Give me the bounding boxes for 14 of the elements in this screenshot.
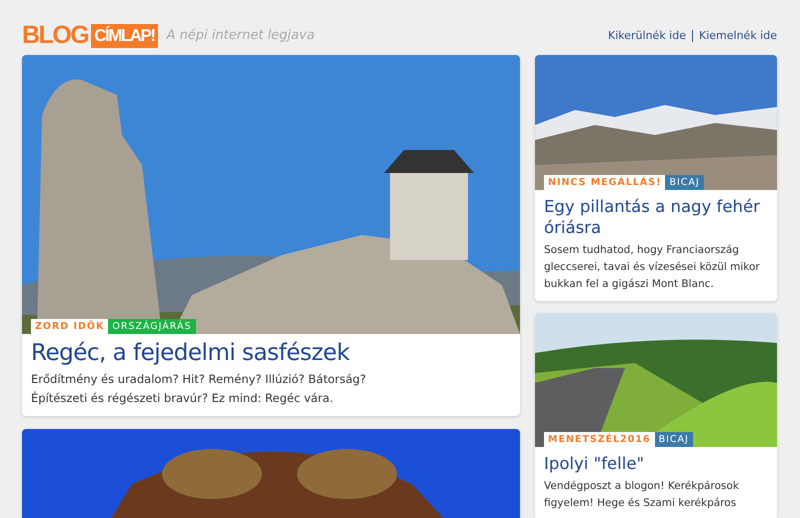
article-card[interactable]: ZORD IDŐK ORSZÁGJÁRÁS Regéc, a fejedelmi sasfészek Erődítmény és uradalom? Hit? Remény? Illúzió? Bátorság? Építészeti és régészeti bravúr? Ez mind: Regéc vára.	[22, 55, 520, 416]
header-link[interactable]: Kikerülnék ide	[608, 29, 686, 42]
category-tag[interactable]: BICAJ	[665, 175, 704, 190]
article-summary: Erődítmény és uradalom? Hit? Remény? Illúzió? Bátorság? Építészeti és régészeti bravúr? Ez mind: Regéc vára.	[31, 371, 367, 407]
tagline: A népi internet legjava	[166, 28, 315, 43]
category-tag[interactable]: BICAJ	[654, 432, 693, 447]
article-title[interactable]: Ipolyi "felle"	[544, 453, 768, 474]
article-card[interactable]: MENETSZÉL2016 BICAJ Ipolyi "felle" Vendégposzt a blogon! Kerékpárosok figyelem! Hege és Szami kerékpáros	[535, 313, 777, 518]
article-title[interactable]: Egy pillantás a nagy fehér óriásra	[544, 196, 768, 238]
article-summary: Sosem tudhatod, hogy Franciaország gleccserei, tavai és vízesései közül mikor bukkan fel a gigászi Mont Blanc.	[544, 243, 761, 292]
article-card[interactable]: NINCS MEGÁLLÁS! BICAJ Egy pillantás a nagy fehér óriásra Sosem tudhatod, hogy Franciaország gleccserei, tavai és vízesései közül mikor bukkan fel a gigászi Mont Blanc.	[535, 55, 777, 301]
article-summary: Vendégposzt a blogon! Kerékpárosok figyelem! Hege és Szami kerékpáros	[544, 479, 740, 511]
article-title[interactable]: Regéc, a fejedelmi sasfészek	[31, 340, 511, 366]
header-link[interactable]: Kiemelnék ide	[699, 29, 777, 42]
